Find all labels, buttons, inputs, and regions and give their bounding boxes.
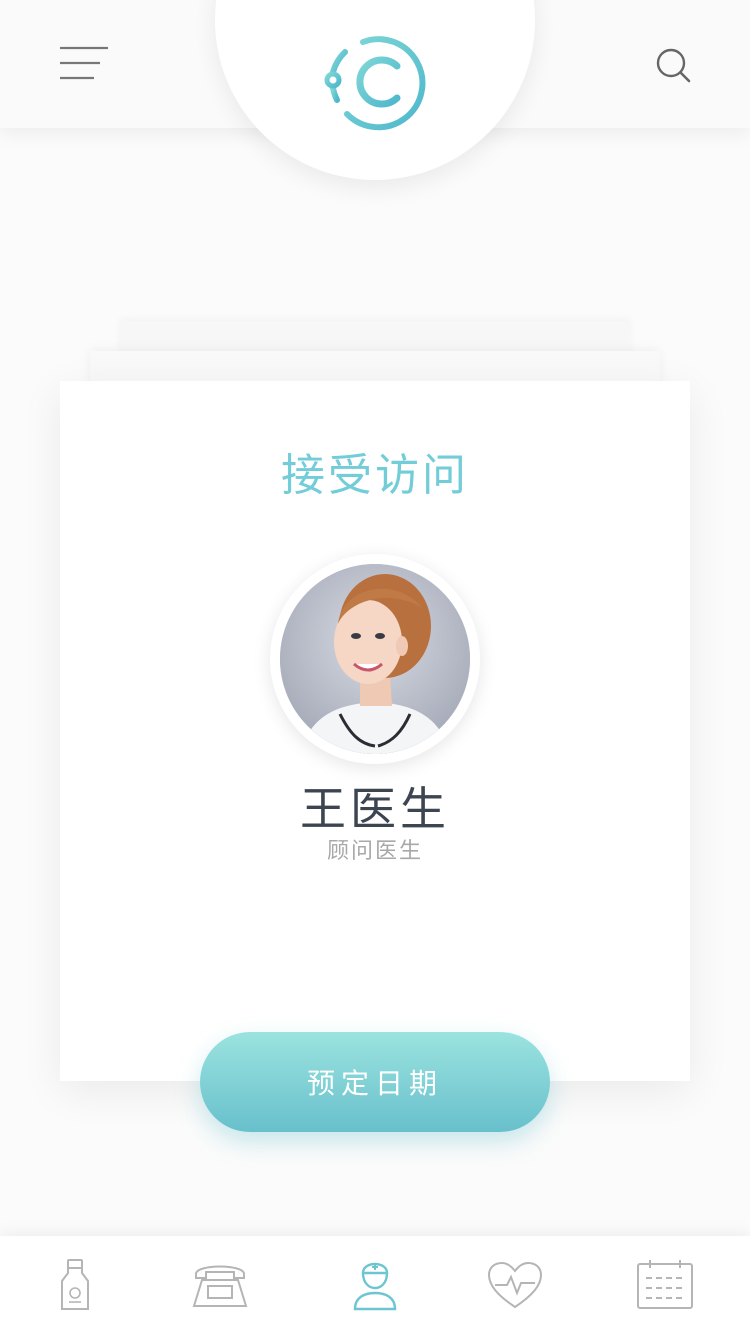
logo-badge[interactable] xyxy=(215,0,535,180)
book-date-button[interactable]: 预定日期 xyxy=(200,1032,550,1132)
avatar-frame xyxy=(270,554,480,764)
clinic-c-logo-icon xyxy=(323,32,427,132)
nurse-icon xyxy=(353,1259,397,1311)
tab-calendar[interactable] xyxy=(590,1236,740,1334)
app-screen: 接受访问 王医生 顾问医生 预定日期 xyxy=(0,0,750,1334)
bottom-tab-bar xyxy=(0,1236,750,1334)
tab-phone[interactable] xyxy=(145,1236,295,1334)
doctor-avatar[interactable] xyxy=(280,564,470,754)
medicine-bottle-icon xyxy=(60,1259,90,1311)
doctor-role: 顾问医生 xyxy=(326,839,423,864)
tab-health[interactable] xyxy=(440,1236,590,1334)
hamburger-menu-icon[interactable] xyxy=(58,46,110,82)
heart-pulse-icon xyxy=(487,1261,543,1309)
doctor-card[interactable]: 接受访问 王医生 顾问医生 xyxy=(60,381,690,1081)
calendar-icon xyxy=(636,1258,694,1312)
telephone-icon xyxy=(192,1260,248,1310)
doctor-name: 王医生 xyxy=(300,782,450,836)
tab-doctor[interactable] xyxy=(300,1236,450,1334)
search-icon[interactable] xyxy=(654,46,694,86)
tab-medicine[interactable] xyxy=(0,1236,150,1334)
card-title: 接受访问 xyxy=(281,450,469,501)
